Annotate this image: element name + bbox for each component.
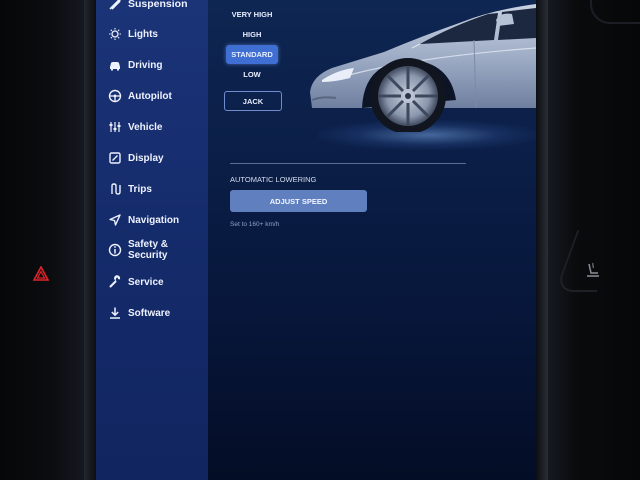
light-bulb-icon: [108, 27, 122, 41]
adjust-speed-label: ADJUST SPEED: [269, 196, 328, 206]
height-option-standard[interactable]: STANDARD: [226, 45, 278, 64]
lowering-speed-hint: Set to 160+ km/h: [230, 221, 280, 228]
touchscreen: Suspension Lights Driving Autopilot Vehi: [96, 0, 536, 480]
steering-wheel-icon: [108, 89, 122, 103]
sidebar-item-label: Suspension: [128, 0, 188, 10]
sidebar-item-label: Driving: [128, 59, 163, 71]
sidebar-item-label: Lights: [128, 28, 158, 40]
display-icon: [108, 151, 122, 165]
sliders-icon: [108, 120, 122, 134]
suspension-panel: VERY HIGH HIGH STANDARD LOW JACK AUTOMAT…: [208, 0, 536, 480]
sidebar-item-driving[interactable]: Driving: [108, 58, 162, 72]
download-icon: [108, 306, 122, 320]
navigation-arrow-icon: [108, 213, 122, 227]
sidebar-item-lights[interactable]: Lights: [108, 27, 158, 41]
height-option-very-high[interactable]: VERY HIGH: [226, 5, 278, 24]
screen-frame-left: [84, 0, 96, 480]
dashboard-left-trim: [0, 0, 84, 480]
height-option-label: VERY HIGH: [231, 10, 273, 19]
sidebar-item-software[interactable]: Software: [108, 306, 170, 320]
sidebar-item-label: Autopilot: [128, 90, 172, 102]
sidebar-item-label: Safety & Security: [128, 239, 168, 261]
wrench-icon: [108, 275, 122, 289]
car-image: [310, 4, 536, 132]
height-option-label: STANDARD: [231, 50, 273, 59]
automatic-lowering-label: AUTOMATIC LOWERING: [230, 175, 317, 184]
settings-sidebar: Suspension Lights Driving Autopilot Vehi: [96, 0, 208, 480]
screen-frame-right: [536, 0, 548, 480]
sidebar-item-trips[interactable]: Trips: [108, 182, 152, 196]
sidebar-item-safety-security[interactable]: Safety & Security: [108, 239, 168, 261]
sidebar-item-navigation[interactable]: Navigation: [108, 213, 179, 227]
sidebar-item-autopilot[interactable]: Autopilot: [108, 89, 172, 103]
sidebar-item-label: Navigation: [128, 214, 180, 226]
sidebar-item-label: Display: [128, 152, 164, 164]
car-icon: [108, 58, 122, 72]
sidebar-item-label: Trips: [128, 183, 152, 195]
sidebar-item-vehicle[interactable]: Vehicle: [108, 120, 162, 134]
jack-button-label: JACK: [242, 96, 264, 106]
sidebar-item-service[interactable]: Service: [108, 275, 164, 289]
trips-icon: [108, 182, 122, 196]
jack-button[interactable]: JACK: [224, 91, 282, 111]
adjust-speed-button[interactable]: ADJUST SPEED: [230, 190, 367, 212]
suspension-icon: [108, 0, 122, 11]
sidebar-item-label-line1: Safety &: [128, 239, 169, 250]
section-divider: [230, 163, 466, 164]
sidebar-item-suspension[interactable]: Suspension: [108, 0, 188, 11]
sidebar-item-label-line2: Security: [128, 250, 168, 261]
sidebar-item-label: Service: [128, 276, 164, 288]
sidebar-item-label: Vehicle: [128, 121, 163, 133]
sidebar-item-display[interactable]: Display: [108, 151, 164, 165]
info-circle-icon: [108, 243, 122, 257]
height-option-label: LOW: [243, 70, 261, 79]
height-option-high[interactable]: HIGH: [226, 25, 278, 44]
sidebar-item-label: Software: [128, 307, 171, 319]
height-option-low[interactable]: LOW: [226, 65, 278, 84]
hazard-warning-icon[interactable]: [32, 265, 50, 282]
seat-heater-icon[interactable]: [583, 262, 603, 280]
height-option-label: HIGH: [242, 30, 262, 39]
